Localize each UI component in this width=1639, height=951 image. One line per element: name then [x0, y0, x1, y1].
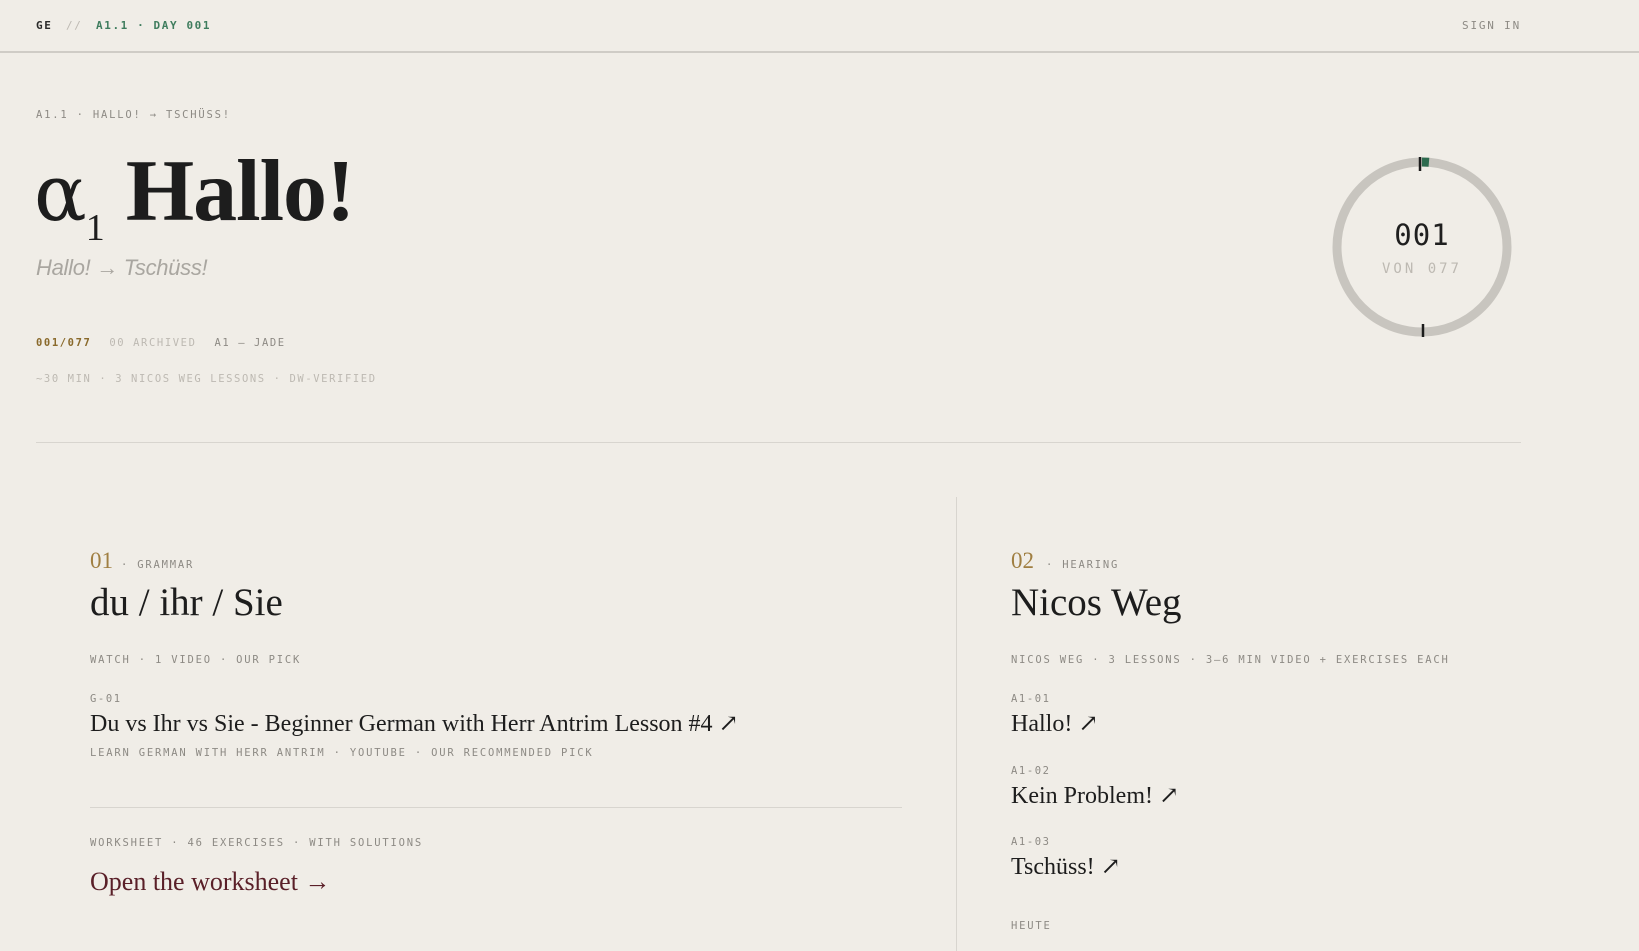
- progress-total: VON 077: [1381, 261, 1462, 277]
- lesson-link[interactable]: Hallo! ↗: [1011, 709, 1098, 738]
- title-text: Hallo!: [125, 143, 356, 240]
- brand-logo[interactable]: GE: [36, 19, 52, 32]
- lesson-code: A1-02: [1011, 765, 1051, 777]
- grammar-video-link[interactable]: Du vs Ihr vs Sie - Beginner German with …: [90, 709, 739, 738]
- hearing-section-kind: · HEARING: [1046, 559, 1120, 571]
- lesson-link[interactable]: Tschüss! ↗: [1011, 852, 1121, 881]
- sign-in-link[interactable]: SIGN IN: [1462, 19, 1521, 32]
- hero-details: ~30 MIN · 3 NICOS WEG LESSONS · DW-VERIF…: [36, 373, 377, 385]
- hearing-section-title: Nicos Weg: [1011, 581, 1182, 624]
- page-title: α1 Hallo!: [34, 143, 356, 254]
- lesson-code: A1-01: [1011, 693, 1051, 705]
- grammar-section-title: du / ihr / Sie: [90, 581, 283, 624]
- archived-count: 00 ARCHIVED: [109, 337, 197, 349]
- hero-divider: [36, 442, 1521, 443]
- video-code: G-01: [90, 693, 122, 705]
- hero-eyebrow: A1.1 · HALLO! → TSCHÜSS!: [36, 109, 231, 121]
- column-divider: [956, 497, 957, 951]
- breadcrumb: A1.1 · DAY 001: [96, 19, 212, 32]
- top-bar: GE // A1.1 · DAY 001 SIGN IN: [0, 0, 1639, 53]
- grammar-section-kind: · GRAMMAR: [121, 559, 195, 571]
- hearing-meta: NICOS WEG · 3 LESSONS · 3–6 MIN VIDEO + …: [1011, 654, 1450, 666]
- page-subtitle: Hallo! → Tschüss!: [36, 255, 208, 280]
- day-count: 001/077: [36, 337, 92, 349]
- alpha-subscript: 1: [85, 207, 105, 249]
- alpha-symbol: α: [34, 149, 87, 239]
- worksheet-meta: WORKSHEET · 46 EXERCISES · WITH SOLUTION…: [90, 837, 423, 849]
- breadcrumb-separator: //: [66, 19, 83, 32]
- open-worksheet-link[interactable]: Open the worksheet →: [90, 867, 330, 897]
- level-badge: A1 — JADE: [214, 337, 286, 349]
- grammar-divider: [90, 807, 902, 808]
- grammar-section-number: 01: [90, 548, 113, 573]
- progress-current: 001: [1394, 218, 1450, 252]
- grammar-watch-meta: WATCH · 1 VIDEO · OUR PICK: [90, 654, 302, 666]
- hero-meta-row: 001/077 00 ARCHIVED A1 — JADE: [36, 337, 286, 349]
- hearing-section-number: 02: [1011, 548, 1034, 573]
- lesson-code: A1-03: [1011, 836, 1051, 848]
- video-source: LEARN GERMAN WITH HERR ANTRIM · YOUTUBE …: [90, 747, 594, 759]
- today-label: HEUTE: [1011, 920, 1052, 932]
- lesson-link[interactable]: Kein Problem! ↗: [1011, 781, 1179, 810]
